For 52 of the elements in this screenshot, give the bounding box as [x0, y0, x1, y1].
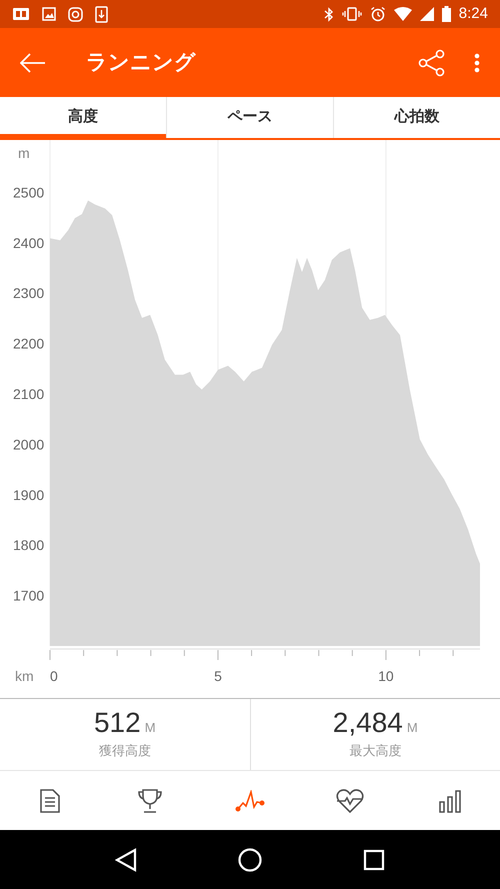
back-triangle-icon — [114, 848, 137, 872]
bar-chart-icon — [438, 788, 462, 812]
camera-icon — [68, 6, 83, 22]
back-nav-button[interactable] — [114, 848, 137, 872]
y-axis-label: 2000 — [13, 436, 44, 452]
back-arrow-icon — [20, 52, 46, 72]
recents-button[interactable] — [363, 848, 386, 870]
back-button[interactable] — [20, 52, 46, 72]
y-axis-label: 2500 — [13, 184, 44, 200]
y-axis-label: 1800 — [13, 537, 44, 554]
y-axis-label: 2100 — [13, 386, 44, 402]
battery-icon — [442, 6, 451, 22]
recents-square-icon — [363, 848, 386, 870]
home-button[interactable] — [238, 848, 262, 872]
document-icon — [39, 788, 61, 812]
y-axis-label: 1700 — [13, 588, 44, 604]
y-axis-label: 2300 — [13, 285, 44, 302]
screen-title: ランニング — [86, 50, 197, 76]
heart-pulse-icon — [336, 788, 364, 812]
stat-unit: M — [144, 718, 156, 736]
share-button[interactable] — [418, 48, 446, 76]
stat-value: 2,484 — [332, 708, 403, 736]
tab[interactable]: ペース — [166, 97, 333, 138]
y-axis-label: 1900 — [13, 486, 44, 503]
more-icon — [474, 52, 480, 72]
vibrate-icon — [342, 7, 362, 21]
share-icon — [418, 48, 446, 76]
stat-unit: M — [406, 718, 418, 736]
notification-icon — [12, 7, 30, 21]
image-icon — [42, 7, 56, 21]
alarm-icon — [370, 6, 386, 22]
stat-value: 512 — [94, 708, 141, 736]
x-axis-label: 5 — [214, 668, 222, 684]
trophy-icon — [137, 788, 163, 812]
home-circle-icon — [238, 848, 262, 872]
tab[interactable]: 心拍数 — [333, 97, 500, 138]
x-axis-label: 10 — [378, 668, 394, 684]
wifi-icon — [394, 7, 412, 21]
y-axis-label: 2400 — [13, 234, 44, 251]
y-axis-label: 2200 — [13, 336, 44, 352]
download-icon — [95, 6, 108, 22]
x-axis-unit: km — [15, 668, 34, 684]
stat-label: 最大高度 — [349, 742, 402, 760]
signal-icon — [420, 7, 434, 21]
tab[interactable]: 高度 — [0, 97, 166, 138]
y-axis-unit: m — [18, 145, 30, 161]
bluetooth-icon — [324, 6, 334, 22]
more-button[interactable] — [474, 52, 480, 72]
stat-label: 獲得高度 — [98, 742, 151, 760]
status-time: 8:24 — [458, 4, 488, 24]
elevation-graph-icon — [235, 790, 265, 812]
x-axis-label: 0 — [50, 668, 58, 684]
